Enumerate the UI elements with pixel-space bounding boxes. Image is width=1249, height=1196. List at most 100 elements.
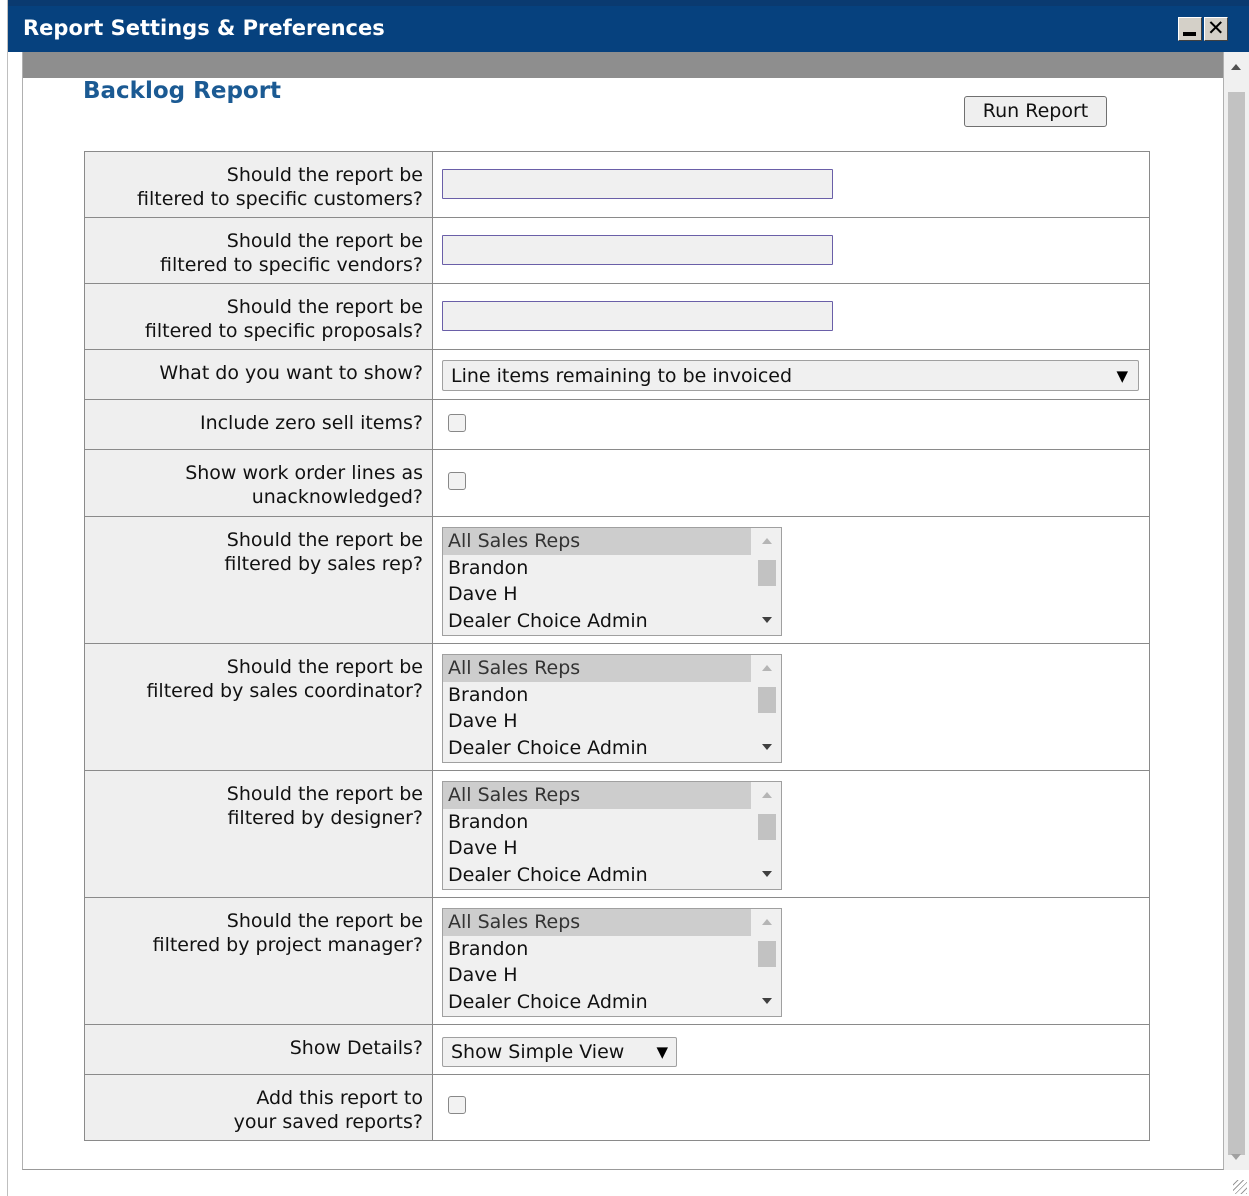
row-work-order: Show work order lines as unacknowledged? [84, 449, 1150, 517]
scroll-thumb[interactable] [1228, 92, 1245, 1155]
dropdown-arrow-icon: ▼ [1116, 366, 1128, 385]
sales-rep-listbox[interactable]: All Sales Reps Brandon Dave H Dealer Cho… [442, 527, 782, 636]
sales-coordinator-listbox[interactable]: All Sales Reps Brandon Dave H Dealer Cho… [442, 654, 782, 763]
label-project-manager: Should the report be filtered by project… [84, 897, 433, 1025]
list-option[interactable]: All Sales Reps [443, 909, 751, 936]
label-text: filtered by project manager? [152, 934, 423, 956]
listbox-scrollbar[interactable] [753, 528, 781, 635]
list-option[interactable]: Dave H [443, 708, 751, 735]
scroll-thumb[interactable] [758, 560, 776, 586]
label-details: Show Details? [84, 1024, 433, 1075]
control-cell: All Sales Reps Brandon Dave H Dealer Cho… [432, 770, 1150, 898]
show-select[interactable]: Line items remaining to be invoiced ▼ [442, 360, 1139, 391]
close-icon: ✕ [1207, 16, 1225, 40]
scroll-down-icon[interactable] [762, 871, 772, 877]
close-button[interactable]: ✕ [1204, 16, 1228, 41]
vendors-input[interactable] [442, 235, 833, 265]
row-sales-coordinator: Should the report be filtered by sales c… [84, 643, 1150, 771]
scroll-up-icon[interactable] [762, 538, 772, 544]
header-strip [23, 52, 1223, 78]
content-area: Backlog Report Run Report Should the rep… [22, 52, 1224, 1170]
control-cell: Line items remaining to be invoiced ▼ [432, 349, 1150, 400]
list-option[interactable]: Dave H [443, 962, 751, 989]
control-cell [432, 283, 1150, 350]
list-option[interactable]: Dave H [443, 835, 751, 862]
list-option[interactable]: All Sales Reps [443, 528, 751, 555]
label-designer: Should the report be filtered by designe… [84, 770, 433, 898]
row-designer: Should the report be filtered by designe… [84, 770, 1150, 898]
label-text: unacknowledged? [251, 486, 423, 508]
list-option[interactable]: Dealer Choice Admin [443, 862, 751, 889]
save-report-checkbox[interactable] [448, 1096, 466, 1114]
scroll-thumb[interactable] [758, 687, 776, 713]
label-text: Should the report be [226, 164, 423, 186]
resize-grip-icon[interactable] [1233, 1180, 1247, 1194]
list-option[interactable]: All Sales Reps [443, 782, 751, 809]
label-customers: Should the report be filtered to specifi… [84, 151, 433, 218]
control-cell: All Sales Reps Brandon Dave H Dealer Cho… [432, 897, 1150, 1025]
project-manager-listbox[interactable]: All Sales Reps Brandon Dave H Dealer Cho… [442, 908, 782, 1017]
window-title: Report Settings & Preferences [23, 16, 385, 40]
label-text: filtered by designer? [227, 807, 423, 829]
label-zero-sell: Include zero sell items? [84, 399, 433, 450]
label-work-order: Show work order lines as unacknowledged? [84, 449, 433, 517]
list-option[interactable]: Dealer Choice Admin [443, 735, 751, 762]
scroll-down-icon[interactable] [762, 744, 772, 750]
row-save: Add this report to your saved reports? [84, 1074, 1150, 1141]
listbox-scrollbar[interactable] [753, 782, 781, 889]
work-order-checkbox[interactable] [448, 472, 466, 490]
list-option[interactable]: All Sales Reps [443, 655, 751, 682]
row-details: Show Details? Show Simple View ▼ [84, 1024, 1150, 1075]
row-show: What do you want to show? Line items rem… [84, 349, 1150, 400]
listbox-scrollbar[interactable] [753, 655, 781, 762]
proposals-input[interactable] [442, 301, 833, 331]
label-text: Show Details? [289, 1037, 423, 1059]
list-option[interactable]: Brandon [443, 936, 751, 963]
minimize-button[interactable] [1178, 17, 1202, 41]
label-text: Should the report be [226, 783, 423, 805]
details-select[interactable]: Show Simple View ▼ [442, 1037, 677, 1067]
window-scrollbar[interactable] [1224, 52, 1249, 1170]
control-cell [432, 399, 1150, 450]
label-text: filtered by sales rep? [224, 553, 423, 575]
settings-table: Should the report be filtered to specifi… [84, 151, 1150, 1141]
dropdown-arrow-icon: ▼ [656, 1043, 668, 1061]
scroll-down-icon[interactable] [762, 617, 772, 623]
list-option[interactable]: Dealer Choice Admin [443, 608, 751, 635]
label-text: Include zero sell items? [199, 412, 423, 434]
list-option[interactable]: Brandon [443, 682, 751, 709]
customers-input[interactable] [442, 169, 833, 199]
control-cell: Show Simple View ▼ [432, 1024, 1150, 1075]
control-cell [432, 217, 1150, 284]
show-selected-value: Line items remaining to be invoiced [451, 364, 793, 387]
label-show: What do you want to show? [84, 349, 433, 400]
list-option[interactable]: Brandon [443, 555, 751, 582]
details-selected-value: Show Simple View [451, 1041, 625, 1063]
label-text: your saved reports? [233, 1111, 423, 1133]
scroll-up-icon[interactable] [762, 792, 772, 798]
minimize-icon [1183, 32, 1196, 36]
row-zero-sell: Include zero sell items? [84, 399, 1150, 450]
scroll-down-icon[interactable] [1231, 1154, 1241, 1160]
run-report-button[interactable]: Run Report [964, 96, 1107, 127]
listbox-scrollbar[interactable] [753, 909, 781, 1016]
row-vendors: Should the report be filtered to specifi… [84, 217, 1150, 284]
row-customers: Should the report be filtered to specifi… [84, 151, 1150, 218]
scroll-up-icon[interactable] [762, 665, 772, 671]
scroll-thumb[interactable] [758, 941, 776, 967]
list-option[interactable]: Dave H [443, 581, 751, 608]
label-text: Should the report be [226, 230, 423, 252]
label-text: Should the report be [226, 296, 423, 318]
designer-listbox[interactable]: All Sales Reps Brandon Dave H Dealer Cho… [442, 781, 782, 890]
list-option[interactable]: Brandon [443, 809, 751, 836]
list-option[interactable]: Dealer Choice Admin [443, 989, 751, 1016]
report-title: Backlog Report [83, 78, 282, 104]
zero-sell-checkbox[interactable] [448, 414, 466, 432]
title-bar[interactable]: Report Settings & Preferences ✕ [8, 0, 1249, 52]
scroll-thumb[interactable] [758, 814, 776, 840]
label-text: What do you want to show? [159, 362, 423, 384]
scroll-down-icon[interactable] [762, 998, 772, 1004]
scroll-up-icon[interactable] [762, 919, 772, 925]
row-sales-rep: Should the report be filtered by sales r… [84, 516, 1150, 644]
scroll-up-icon[interactable] [1231, 64, 1241, 70]
